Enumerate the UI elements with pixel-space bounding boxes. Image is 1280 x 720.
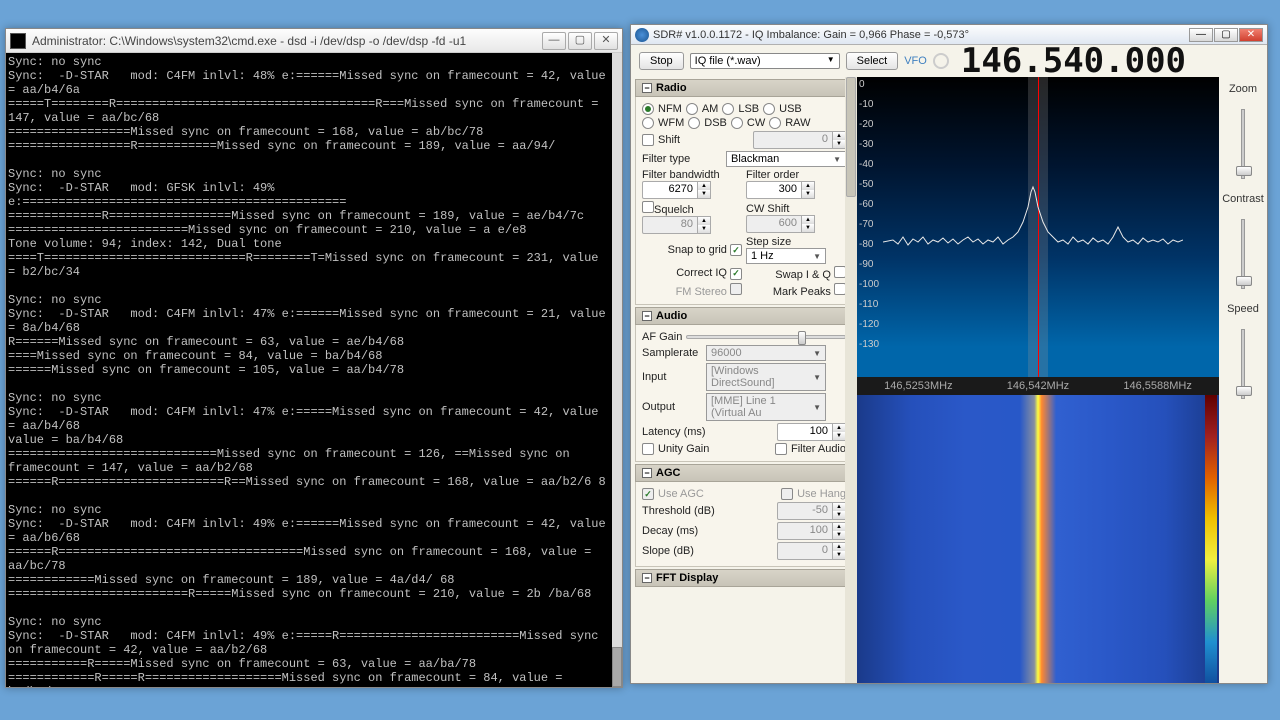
maximize-button[interactable]: ▢ <box>568 32 592 50</box>
waterfall-palette <box>1205 395 1217 683</box>
use-hang-check <box>781 488 793 500</box>
spectrum-xlabels: 146,5253MHz 146,542MHz 146,5588MHz <box>857 377 1219 395</box>
contrast-label: Contrast <box>1222 193 1264 205</box>
zoom-label: Zoom <box>1229 83 1257 95</box>
filter-audio-check[interactable] <box>775 443 787 455</box>
fm-stereo-check <box>730 283 742 295</box>
spectrum-trace <box>883 182 1183 262</box>
unity-gain-check[interactable] <box>642 443 654 455</box>
cmd-scrollbar[interactable] <box>612 53 622 687</box>
mode-wfm-radio[interactable] <box>642 117 654 129</box>
fft-header[interactable]: −FFT Display <box>635 569 853 587</box>
radio-header[interactable]: −Radio <box>635 79 853 97</box>
spectrum-display[interactable]: 0 -10 -20 -30 -40 -50 -60 -70 -80 -90 -1… <box>857 77 1219 377</box>
mode-lsb-radio[interactable] <box>722 103 734 115</box>
collapse-icon[interactable]: − <box>642 573 652 583</box>
control-panel: −Radio NFM AM LSB USB WFM DSB CW RAW <box>631 77 857 683</box>
speed-slider[interactable] <box>1241 329 1245 399</box>
panel-scrollbar[interactable] <box>845 77 857 683</box>
minimize-button[interactable]: — <box>542 32 566 50</box>
decay-input[interactable]: 100▲▼ <box>777 522 846 540</box>
samplerate-select: 96000▼ <box>706 345 826 361</box>
maximize-button[interactable]: ▢ <box>1214 28 1238 42</box>
collapse-icon[interactable]: − <box>642 311 652 321</box>
step-size-select[interactable]: 1 Hz▼ <box>746 248 826 264</box>
minimize-button[interactable]: — <box>1189 28 1213 42</box>
audio-header[interactable]: −Audio <box>635 307 853 325</box>
slope-input[interactable]: 0▲▼ <box>777 542 846 560</box>
zoom-slider[interactable] <box>1241 109 1245 179</box>
mode-cw-radio[interactable] <box>731 117 743 129</box>
cmd-scroll-thumb[interactable] <box>612 647 622 687</box>
shift-check[interactable] <box>642 134 654 146</box>
snap-check[interactable] <box>730 244 742 256</box>
sdr-icon <box>635 28 649 42</box>
fft-section: −FFT Display <box>635 569 853 587</box>
cwshift-input[interactable]: 600▲▼ <box>746 215 815 233</box>
console-output: Sync: no sync Sync: -D-STAR mod: C4FM in… <box>6 53 612 687</box>
cmd-icon <box>10 33 26 49</box>
audio-section: −Audio AF Gain Samplerate96000▼ Input[Wi… <box>635 307 853 462</box>
use-agc-check <box>642 488 654 500</box>
correct-iq-check[interactable] <box>730 268 742 280</box>
sdr-window: SDR# v1.0.0.1172 - IQ Imbalance: Gain = … <box>630 24 1268 684</box>
mode-usb-radio[interactable] <box>763 103 775 115</box>
sdr-title: SDR# v1.0.0.1172 - IQ Imbalance: Gain = … <box>653 29 1188 41</box>
filter-bw-input[interactable]: 6270▲▼ <box>642 181 711 199</box>
filter-type-select[interactable]: Blackman▼ <box>726 151 846 167</box>
mode-row-2: WFM DSB CW RAW <box>642 117 846 129</box>
frequency-display[interactable]: 146.540.000 <box>961 41 1186 81</box>
vfo-label: VFO <box>904 55 927 67</box>
close-button[interactable]: ✕ <box>594 32 618 50</box>
source-select[interactable]: IQ file (*.wav)▼ <box>690 53 840 69</box>
panel-scroll-thumb[interactable] <box>846 77 856 197</box>
output-select: [MME] Line 1 (Virtual Au▼ <box>706 393 826 421</box>
radio-section: −Radio NFM AM LSB USB WFM DSB CW RAW <box>635 79 853 305</box>
filter-order-input[interactable]: 300▲▼ <box>746 181 815 199</box>
right-controls: Zoom Contrast Speed <box>1219 77 1267 683</box>
squelch-input[interactable]: 80▲▼ <box>642 216 711 234</box>
visualization-area: 0 -10 -20 -30 -40 -50 -60 -70 -80 -90 -1… <box>857 77 1267 683</box>
mode-am-radio[interactable] <box>686 103 698 115</box>
collapse-icon[interactable]: − <box>642 83 652 93</box>
threshold-input[interactable]: -50▲▼ <box>777 502 846 520</box>
stop-button[interactable]: Stop <box>639 52 684 70</box>
agc-section: −AGC Use AGC Use Hang Threshold (dB)-50▲… <box>635 464 853 567</box>
spinner-icon <box>933 53 949 69</box>
mode-raw-radio[interactable] <box>769 117 781 129</box>
collapse-icon[interactable]: − <box>642 468 652 478</box>
cmd-title: Administrator: C:\Windows\system32\cmd.e… <box>32 34 540 48</box>
mode-dsb-radio[interactable] <box>688 117 700 129</box>
af-gain-slider[interactable] <box>686 335 846 339</box>
sdr-toolbar: Stop IQ file (*.wav)▼ Select VFO 146.540… <box>631 45 1267 77</box>
agc-header[interactable]: −AGC <box>635 464 853 482</box>
select-button[interactable]: Select <box>846 52 899 70</box>
speed-label: Speed <box>1227 303 1259 315</box>
latency-input[interactable]: 100▲▼ <box>777 423 846 441</box>
input-select: [Windows DirectSound]▼ <box>706 363 826 391</box>
cmd-window: Administrator: C:\Windows\system32\cmd.e… <box>5 28 623 688</box>
mode-row-1: NFM AM LSB USB <box>642 103 846 115</box>
waterfall-display[interactable] <box>857 395 1219 683</box>
shift-input[interactable]: 0▲▼ <box>753 131 846 149</box>
cmd-titlebar[interactable]: Administrator: C:\Windows\system32\cmd.e… <box>6 29 622 53</box>
close-button[interactable]: ✕ <box>1239 28 1263 42</box>
squelch-check[interactable] <box>642 201 654 213</box>
contrast-slider[interactable] <box>1241 219 1245 289</box>
mode-nfm-radio[interactable] <box>642 103 654 115</box>
